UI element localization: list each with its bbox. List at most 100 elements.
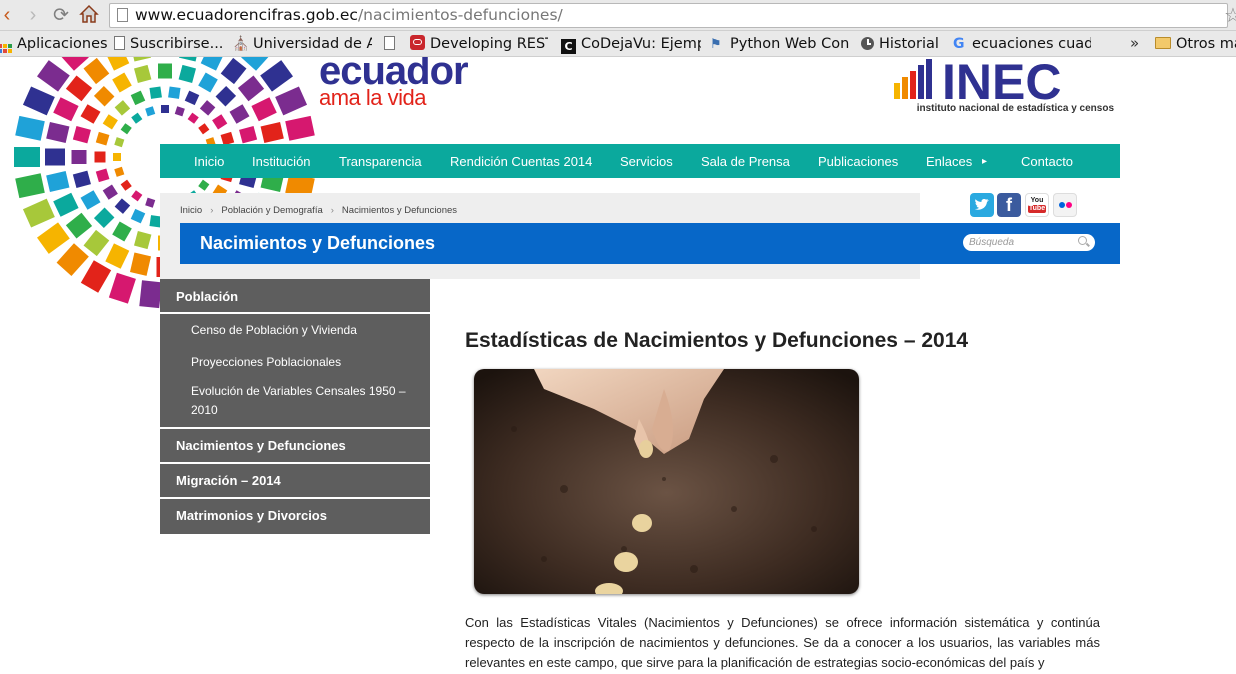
ring-tile bbox=[198, 179, 210, 191]
ring-tile bbox=[65, 75, 93, 102]
breadcrumb-inicio[interactable]: Inicio bbox=[180, 205, 202, 216]
flickr-icon[interactable] bbox=[1053, 193, 1077, 217]
ring-tile bbox=[93, 207, 115, 229]
sidebar-item-nacimientos-defunciones[interactable]: Nacimientos y Defunciones bbox=[160, 429, 430, 464]
ring-tile bbox=[120, 123, 132, 135]
inec-bars-icon: INEC bbox=[894, 57, 1061, 110]
twitter-icon[interactable] bbox=[970, 193, 994, 217]
more-bookmarks-chevron[interactable]: » bbox=[1130, 34, 1139, 52]
breadcrumb-separator: › bbox=[330, 205, 334, 216]
nav-enlaces[interactable]: Enlaces bbox=[926, 154, 972, 169]
ring-tile bbox=[15, 115, 45, 141]
ecuador-logo[interactable]: ecuador ama la vida bbox=[319, 57, 469, 109]
ring-tile bbox=[114, 137, 125, 148]
nav-contacto[interactable]: Contacto bbox=[1021, 154, 1073, 169]
ring-tile bbox=[149, 86, 162, 99]
ring-tile bbox=[105, 243, 130, 269]
sidebar-subitem-evolucion[interactable]: Evolución de Variables Censales 1950 – 2… bbox=[160, 378, 430, 429]
nav-transparencia[interactable]: Transparencia bbox=[339, 154, 422, 169]
forward-arrow-icon[interactable]: › bbox=[22, 4, 44, 26]
breadcrumb-poblacion-demografia[interactable]: Población y Demografía bbox=[221, 205, 322, 216]
bookmark-blank[interactable] bbox=[384, 34, 402, 54]
ring-tile bbox=[229, 104, 250, 124]
ring-tile bbox=[112, 221, 132, 242]
inec-tagline: instituto nacional de estadística y cens… bbox=[916, 103, 1114, 114]
ring-tile bbox=[131, 190, 143, 202]
nav-institucion[interactable]: Institución bbox=[252, 154, 311, 169]
ring-tile bbox=[161, 105, 169, 113]
ring-tile bbox=[133, 64, 152, 83]
nav-rendicion-cuentas[interactable]: Rendición Cuentas 2014 bbox=[450, 154, 592, 169]
ring-tile bbox=[178, 57, 201, 62]
ring-tile bbox=[102, 114, 118, 130]
search-placeholder: Búsqueda bbox=[969, 237, 1015, 248]
page-title: Nacimientos y Defunciones bbox=[200, 233, 436, 253]
ring-tile bbox=[187, 112, 199, 124]
ring-tile bbox=[145, 106, 156, 117]
bookmark-historial[interactable]: Historial bbox=[861, 34, 943, 54]
sidebar-item-migracion[interactable]: Migración – 2014 bbox=[160, 464, 430, 499]
ring-tile bbox=[22, 198, 55, 228]
ring-tile bbox=[71, 150, 87, 164]
page-icon bbox=[117, 8, 128, 22]
facebook-icon[interactable]: f bbox=[997, 193, 1021, 217]
ring-tile bbox=[108, 272, 136, 304]
url-host: www.ecuadorencifras.gob.ec bbox=[135, 6, 358, 24]
ring-tile bbox=[275, 86, 308, 116]
bookmarks-bar: Aplicaciones Suscribirse... ⛪ Universidad… bbox=[0, 31, 1236, 57]
ring-tile bbox=[130, 90, 146, 106]
bookmark-python[interactable]: ⚑ Python Web Cons bbox=[710, 34, 850, 54]
ring-tile bbox=[37, 222, 70, 254]
nav-sala-de-prensa[interactable]: Sala de Prensa bbox=[701, 154, 790, 169]
sidebar-subitem-censo[interactable]: Censo de Población y Vivienda bbox=[160, 314, 430, 346]
ring-tile bbox=[95, 168, 110, 183]
content-title: Estadísticas de Nacimientos y Defuncione… bbox=[465, 329, 969, 352]
search-icon[interactable] bbox=[1078, 236, 1087, 245]
nav-servicios[interactable]: Servicios bbox=[620, 154, 673, 169]
enlaces-arrow-icon: ▸ bbox=[982, 156, 988, 167]
ring-tile bbox=[198, 123, 210, 135]
inec-logo[interactable]: INEC instituto nacional de estadística y… bbox=[892, 57, 1114, 117]
browser-toolbar: ‹ › ⟳ www.ecuadorencifras.gob.ec/nacimie… bbox=[0, 0, 1236, 31]
other-bookmarks-folder[interactable]: Otros ma bbox=[1155, 34, 1236, 54]
ring-tile bbox=[237, 75, 265, 102]
ring-tile bbox=[114, 198, 131, 214]
ring-tile bbox=[95, 131, 110, 146]
web-page: ecuador ama la vida INEC instituto nacio… bbox=[0, 57, 1236, 674]
home-icon[interactable] bbox=[78, 3, 100, 25]
nav-publicaciones[interactable]: Publicaciones bbox=[818, 154, 898, 169]
reload-icon[interactable]: ⟳ bbox=[50, 4, 72, 26]
inec-name: INEC bbox=[942, 57, 1061, 103]
youtube-icon[interactable]: You Tube bbox=[1025, 193, 1049, 217]
bookmark-star-icon[interactable]: ☆ bbox=[1224, 3, 1236, 28]
ring-tile bbox=[113, 153, 121, 161]
breadcrumb: Inicio › Población y Demografía › Nacimiento… bbox=[180, 205, 457, 216]
bookmark-codejavu[interactable]: C CoDejaVu: Ejemp bbox=[561, 34, 701, 54]
ring-tile bbox=[102, 184, 118, 200]
nav-inicio[interactable]: Inicio bbox=[194, 154, 224, 169]
google-icon: G bbox=[953, 36, 965, 52]
ring-tile bbox=[174, 106, 185, 117]
oracle-icon bbox=[410, 35, 425, 50]
ring-tile bbox=[14, 147, 40, 167]
python-icon: ⚑ bbox=[710, 37, 722, 52]
university-icon: ⛪ bbox=[232, 36, 250, 52]
back-arrow-icon[interactable]: ‹ bbox=[0, 4, 18, 26]
ring-tile bbox=[178, 64, 197, 83]
address-bar[interactable]: www.ecuadorencifras.gob.ec/nacimientos-d… bbox=[109, 3, 1228, 28]
search-input[interactable]: Búsqueda bbox=[963, 234, 1095, 251]
bookmark-developing-rest[interactable]: Developing REST bbox=[410, 34, 548, 54]
sidebar-item-poblacion[interactable]: Población bbox=[160, 279, 430, 314]
ring-tile bbox=[46, 121, 70, 144]
sidebar-item-matrimonios-divorcios[interactable]: Matrimonios y Divorcios bbox=[160, 499, 430, 534]
ring-tile bbox=[260, 60, 293, 92]
bookmark-google[interactable]: Gecuaciones cuadr bbox=[953, 34, 1091, 54]
ring-tile bbox=[22, 86, 55, 116]
ring-tile bbox=[131, 112, 143, 124]
ring-tile bbox=[53, 192, 79, 217]
bookmark-apps[interactable]: Aplicaciones bbox=[0, 34, 108, 54]
seed-planting-photo bbox=[474, 369, 859, 594]
bookmark-universidad[interactable]: ⛪ Universidad de Al bbox=[232, 34, 372, 54]
bookmark-suscribirse[interactable]: Suscribirse... bbox=[114, 34, 226, 54]
sidebar-subitem-proyecciones[interactable]: Proyecciones Poblacionales bbox=[160, 346, 430, 378]
